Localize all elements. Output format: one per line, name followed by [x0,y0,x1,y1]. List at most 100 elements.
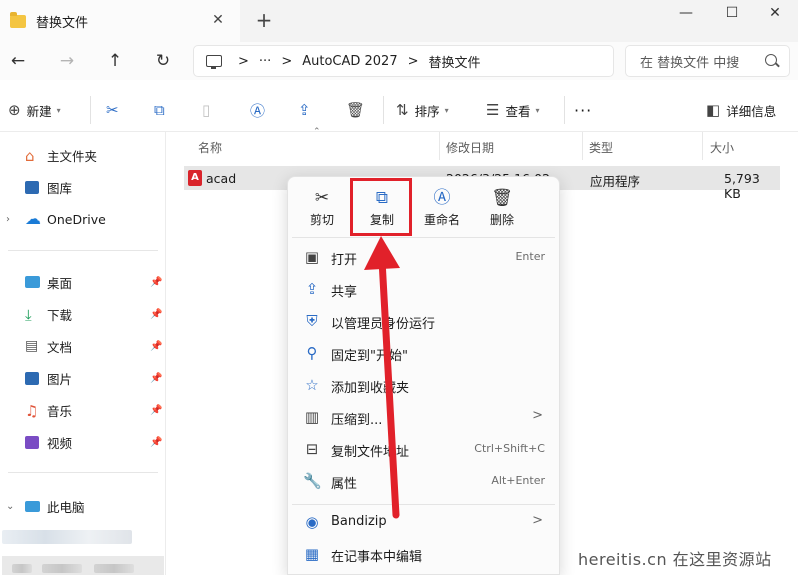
chevron-right-icon: > [532,408,543,423]
search-icon [765,54,777,66]
sidebar-divider [8,250,158,251]
forward-button[interactable]: → [55,50,79,72]
chevron-down-icon: ▾ [535,105,540,115]
back-button[interactable]: ← [6,50,30,72]
chevron-right-icon: > [281,53,293,69]
new-button[interactable]: ⊕ 新建 ▾ [8,99,61,121]
trash-icon: 🗑 [346,101,366,119]
menu-item-compress[interactable]: ▥ 压缩到... > [288,402,559,432]
column-divider[interactable] [439,132,440,160]
copy-icon: ⧉ [154,101,165,119]
sidebar-label: 音乐 [47,403,73,419]
picture-icon [25,372,39,385]
column-date[interactable]: 修改日期 [446,139,494,156]
sidebar-item-pictures[interactable]: 图片 📌 [0,365,166,391]
menu-divider [292,504,555,505]
chevron-right-icon: > [238,53,249,69]
sort-button[interactable]: ⇅ 排序 ▾ [396,99,449,121]
column-divider[interactable] [702,132,703,160]
sidebar-label: 图库 [47,180,73,196]
menu-item-pin-to-start[interactable]: ⚲ 固定到"开始" [288,338,559,368]
breadcrumb-autocad[interactable]: AutoCAD 2027 [302,54,397,69]
shortcut-label: Ctrl+Shift+C [474,442,545,455]
pin-icon[interactable]: 📌 [150,437,162,448]
share-icon: ⇪ [305,280,319,298]
pin-icon[interactable]: 📌 [150,341,162,352]
tab-title: 替换文件 [36,15,89,31]
sidebar-label: 下载 [47,307,73,323]
list-view-icon: ☰ [486,101,500,119]
cut-label: 剪切 [309,213,334,227]
menu-item-bandizip[interactable]: ◉ Bandizip > [288,507,559,537]
delete-toolbar-button[interactable]: 🗑 [346,99,371,121]
tab-current[interactable]: 替换文件 [0,0,240,42]
file-name: acad [206,171,237,186]
pin-icon[interactable]: 📌 [150,309,162,320]
menu-item-add-favorites[interactable]: ☆ 添加到收藏夹 [288,370,559,400]
search-input[interactable]: 在 替换文件 中搜 [625,45,790,77]
chevron-down-icon: ⌄ [6,500,15,512]
sidebar-item-videos[interactable]: 视频 📌 [0,429,166,455]
sidebar-item-music[interactable]: ♫ 音乐 📌 [0,397,166,423]
highlight-box [350,178,412,236]
delete-button[interactable]: 🗑 删除 [474,187,530,231]
toolbar-divider [564,96,565,124]
breadcrumb-current[interactable]: 替换文件 [429,52,481,71]
menu-item-edit-notepad[interactable]: ▦ 在记事本中编辑 [288,539,559,569]
cut-button[interactable]: ✂ 剪切 [294,187,350,231]
menu-item-label: 属性 [331,477,358,492]
copy-toolbar-button[interactable]: ⧉ [154,99,171,121]
menu-item-properties[interactable]: 🔧 属性 Alt+Enter [288,466,559,496]
view-button[interactable]: ☰ 查看 ▾ [486,99,539,121]
more-options-button[interactable]: ··· [574,99,592,121]
cut-toolbar-button[interactable]: ✂ [106,99,125,121]
close-window-button[interactable]: ✕ [752,0,798,28]
video-icon [25,436,39,449]
sidebar-item-documents[interactable]: ▤ 文档 📌 [0,333,166,359]
menu-item-share[interactable]: ⇪ 共享 [288,274,559,304]
pin-icon[interactable]: 📌 [150,373,162,384]
share-toolbar-button[interactable]: ⇪ [298,99,317,121]
menu-item-copy-path[interactable]: ⊟ 复制文件地址 Ctrl+Shift+C [288,434,559,464]
new-tab-button[interactable]: + [254,10,274,30]
close-tab-button[interactable]: ✕ [210,12,226,28]
up-button[interactable]: ↑ [103,50,127,72]
star-icon: ☆ [305,376,319,394]
file-size: 5,793 KB [724,171,760,201]
maximize-button[interactable]: ☐ [709,0,755,28]
address-bar[interactable]: > ··· > AutoCAD 2027 > 替换文件 [193,45,614,77]
menu-item-open[interactable]: ▣ 打开 Enter [288,242,559,272]
column-size[interactable]: 大小 [710,139,734,156]
bandizip-icon: ◉ [305,513,319,531]
sidebar-item-onedrive[interactable]: › ☁ OneDrive [0,206,166,232]
chevron-right-icon: › [6,213,10,225]
new-label: 新建 [26,103,52,119]
address-row: ← → ↑ ↻ > ··· > AutoCAD 2027 > 替换文件 在 替换… [0,42,798,80]
rename-button[interactable]: Ⓐ 重命名 [414,187,470,231]
paste-toolbar-button[interactable]: ▯ [202,99,216,121]
rename-icon: Ⓐ [433,188,451,208]
column-divider[interactable] [582,132,583,160]
sidebar-item-downloads[interactable]: ⤓ 下载 📌 [0,301,166,327]
details-pane-button[interactable]: ◧ 详细信息 [706,99,776,121]
sidebar-item-home[interactable]: ⌂ 主文件夹 [0,142,166,168]
minimize-button[interactable]: — [663,0,709,28]
sidebar-item-gallery[interactable]: 图库 [0,174,166,200]
column-name[interactable]: 名称 [198,139,222,156]
pin-icon[interactable]: 📌 [150,405,162,416]
download-icon: ⤓ [25,306,32,324]
desktop-icon [25,276,40,288]
folder-icon [10,11,26,28]
menu-item-run-as-admin[interactable]: ⛨ 以管理员身份运行 [288,306,559,336]
sidebar-item-this-pc[interactable]: ⌄ 此电脑 [0,493,166,519]
sidebar-label: 主文件夹 [47,148,98,164]
sidebar-item-desktop[interactable]: 桌面 📌 [0,269,166,295]
refresh-button[interactable]: ↻ [151,50,175,72]
breadcrumb-overflow[interactable]: ··· [259,54,271,69]
sort-icon: ⇅ [396,101,409,119]
menu-item-label: 在记事本中编辑 [331,550,423,565]
column-type[interactable]: 类型 [589,139,613,156]
rename-toolbar-button[interactable]: Ⓐ [250,99,271,121]
pin-icon[interactable]: 📌 [150,277,162,288]
details-pane-icon: ◧ [706,101,721,119]
